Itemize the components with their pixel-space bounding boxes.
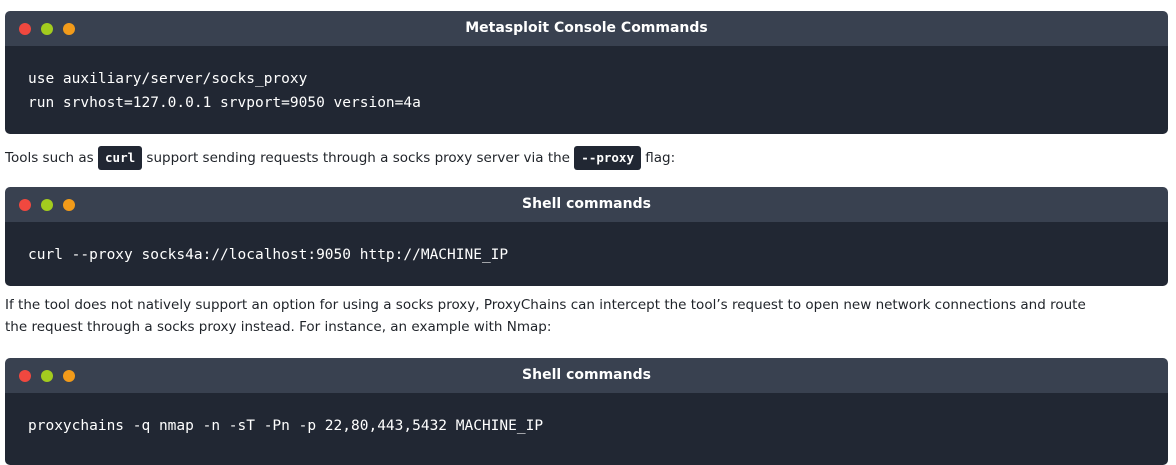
paragraph-line: If the tool does not natively support an… [5,297,1086,313]
paragraph-line: the request through a socks proxy instea… [5,319,552,335]
code-block-shell-nmap: Shell commands proxychains -q nmap -n -s… [5,358,1168,465]
code-block-title: Metasploit Console Commands [465,20,708,36]
code-block-metasploit: Metasploit Console Commands use auxiliar… [5,11,1168,134]
code-block-header: Metasploit Console Commands [5,11,1168,46]
code-line: curl --proxy socks4a://localhost:9050 ht… [28,247,509,263]
code-block-shell-curl: Shell commands curl --proxy socks4a://lo… [5,187,1168,286]
inline-code-curl: curl [98,146,143,170]
code-line: use auxiliary/server/socks_proxy [28,71,308,87]
code-block-body[interactable]: curl --proxy socks4a://localhost:9050 ht… [5,222,1168,286]
paragraph-text: flag: [640,150,676,166]
code-block-header: Shell commands [5,187,1168,222]
code-block-title: Shell commands [522,367,651,383]
code-block-body[interactable]: proxychains -q nmap -n -sT -Pn -p 22,80,… [5,393,1168,465]
code-block-body[interactable]: use auxiliary/server/socks_proxy run srv… [5,46,1168,134]
code-line: proxychains -q nmap -n -sT -Pn -p 22,80,… [28,418,544,434]
code-block-title: Shell commands [522,196,651,212]
code-line: run srvhost=127.0.0.1 srvport=9050 versi… [28,95,421,111]
paragraph-text: Tools such as [5,150,99,166]
paragraph-proxychains: If the tool does not natively support an… [5,294,1168,338]
paragraph-tools: Tools such as curl support sending reque… [5,146,1168,170]
code-block-header: Shell commands [5,358,1168,393]
paragraph-text: support sending requests through a socks… [142,150,575,166]
inline-code-proxy: --proxy [574,146,641,170]
